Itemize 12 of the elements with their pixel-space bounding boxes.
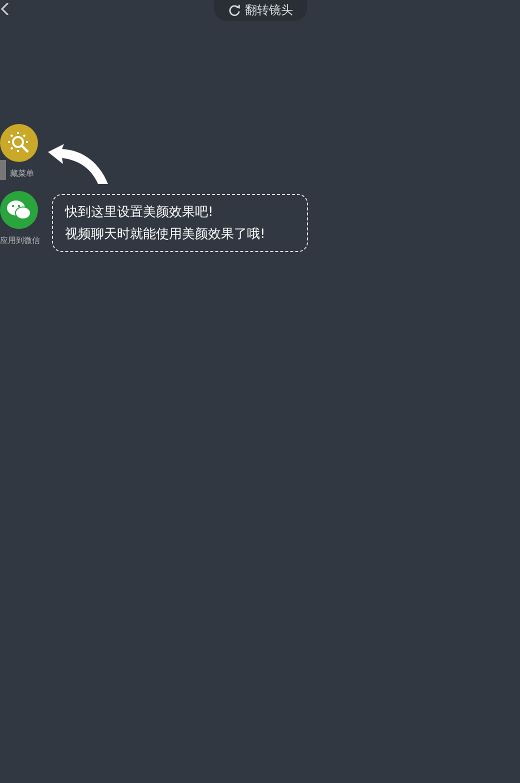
sun-search-button[interactable] — [0, 124, 38, 162]
back-icon[interactable] — [0, 3, 10, 15]
menu-label: 应用到微信 — [0, 235, 40, 246]
chat-bubbles-icon — [6, 199, 32, 221]
side-handle[interactable] — [0, 160, 6, 180]
tip-text: 视频聊天时就能使用美颜效果了哦! — [65, 226, 266, 243]
sun-search-icon — [7, 131, 31, 155]
rotate-icon — [228, 4, 241, 16]
chat-bubbles-button[interactable] — [0, 191, 38, 229]
menu-label: 藏菜单 — [10, 168, 34, 179]
tip-text: 快到这里设置美颜效果吧! — [65, 204, 214, 221]
flip-camera-button[interactable]: 翻转镜头 — [214, 0, 307, 21]
